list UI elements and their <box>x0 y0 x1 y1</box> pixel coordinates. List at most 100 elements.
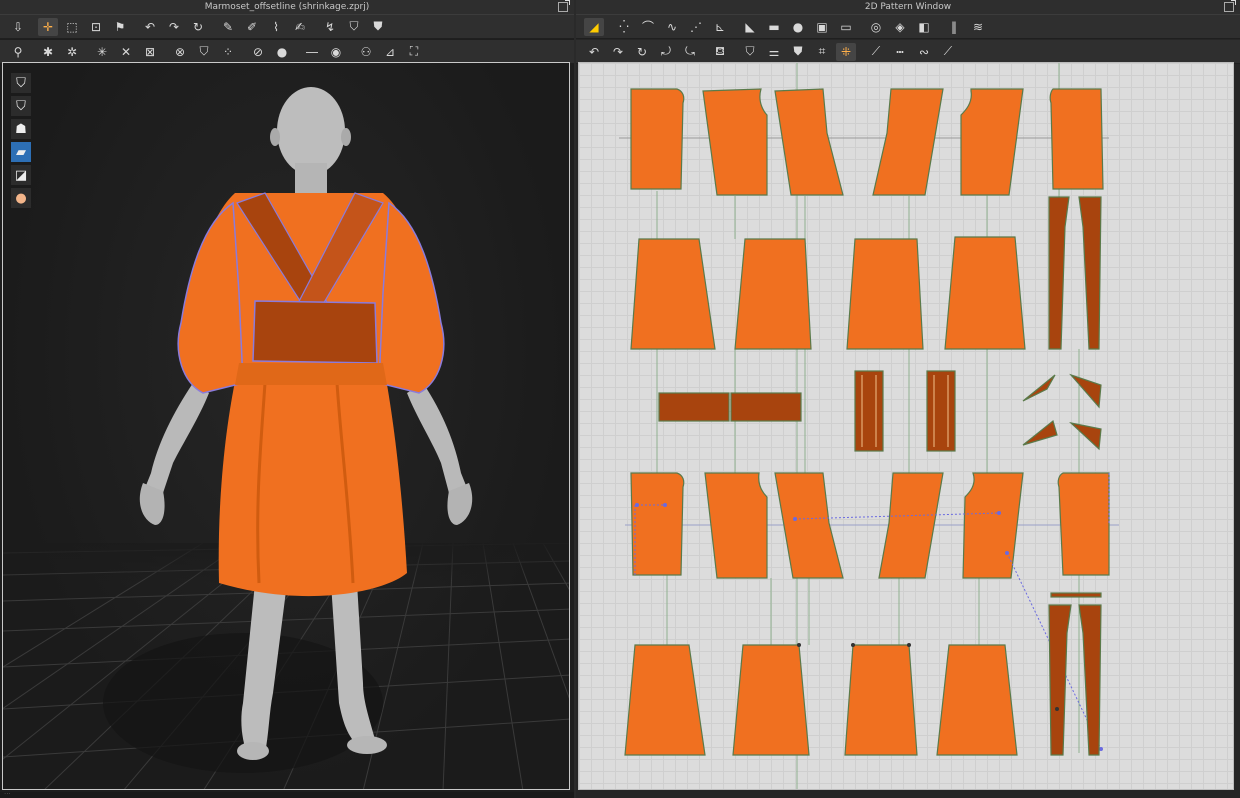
frame-icon[interactable]: ▭ <box>836 18 856 36</box>
avatar-show-icon[interactable]: ☗ <box>11 119 31 139</box>
simulate-icon[interactable]: ⚲ <box>8 43 28 61</box>
transform-plus-icon[interactable]: ✛ <box>38 17 58 36</box>
shirt-back-icon[interactable]: ⛉ <box>11 96 31 116</box>
pattern-piece <box>1050 592 1102 598</box>
elastic-icon[interactable]: ⟋ <box>938 43 958 61</box>
shirt-tool-icon[interactable]: ⛉ <box>740 43 760 61</box>
pattern-row-1 <box>630 88 1104 196</box>
notch-icon[interactable]: ◧ <box>914 18 934 36</box>
3d-viewport[interactable]: ⛉ ⛉ ☗ ▰ ◪ ● <box>2 62 570 790</box>
button-hole-icon[interactable]: ◉ <box>326 43 346 61</box>
rectangle-icon[interactable]: ▬ <box>764 18 784 36</box>
puff-icon[interactable]: ⊘ <box>248 43 268 61</box>
pattern-piece <box>630 88 685 190</box>
box-select-icon[interactable]: ⬚ <box>62 18 82 36</box>
image-icon[interactable]: ▣ <box>812 18 832 36</box>
fold-icon[interactable]: ⌇ <box>266 18 286 36</box>
segment-sewing-icon[interactable]: ↶ <box>584 43 604 61</box>
sewing-active-icon[interactable]: ⁜ <box>836 42 856 61</box>
pattern-piece <box>658 392 730 422</box>
curve-arrow-2-icon[interactable]: ↻ <box>188 18 208 36</box>
select-pattern-icon[interactable]: ◢ <box>584 17 604 36</box>
avatar-measure-icon[interactable]: ⚇ <box>356 43 376 61</box>
pattern-piece <box>734 238 812 350</box>
ellipse-icon[interactable]: ◎ <box>866 18 886 36</box>
fold-lock-icon[interactable]: ⛊ <box>368 18 388 36</box>
pen-icon[interactable]: ↯ <box>320 18 340 36</box>
select-point-icon[interactable]: ⁛ <box>614 18 634 36</box>
dart-icon[interactable]: ◈ <box>890 18 910 36</box>
strap-icon[interactable]: ✳ <box>92 43 112 61</box>
avatar-pattern-icon[interactable]: ⛊ <box>788 43 808 61</box>
circle-pattern-icon[interactable]: ● <box>788 18 808 36</box>
rotate-arrow-icon[interactable]: ↶ <box>140 18 160 36</box>
edit-curve-icon[interactable]: ∿ <box>662 18 682 36</box>
fabric-blue-icon[interactable]: ▰ <box>11 142 31 162</box>
fold-pattern-icon[interactable]: ≋ <box>968 18 988 36</box>
check-sewing-icon[interactable]: ↻ <box>632 43 652 61</box>
pin-garment-icon[interactable]: ✐ <box>242 18 262 36</box>
curve-point-icon[interactable]: ⌒ <box>638 18 658 36</box>
polygon-icon[interactable]: ◣ <box>740 18 760 36</box>
pattern-piece <box>624 644 706 756</box>
undock-icon[interactable] <box>558 0 570 12</box>
pattern-piece <box>730 392 802 422</box>
tuck-icon[interactable]: ⤾ <box>656 43 676 61</box>
texture-icon[interactable]: ◪ <box>11 165 31 185</box>
tack-icon[interactable]: ✲ <box>62 43 82 61</box>
fold-arrange-icon[interactable]: ✱ <box>38 43 58 61</box>
trace-icon[interactable]: ⛾ <box>710 43 730 61</box>
brush-icon[interactable]: ✍ <box>290 18 310 36</box>
pattern-row-2 <box>630 236 1026 350</box>
pattern-piece <box>846 238 924 350</box>
robe-left-sleeve <box>177 201 244 394</box>
fold-x-icon[interactable]: ✕ <box>116 43 136 61</box>
puckering-icon[interactable]: ⌗ <box>812 43 832 61</box>
3d-toolbar-row-2: ⚲ ✱ ✲ ✳ ✕ ⊠ ⊗ ⛉ ⁘ ⊘ ● ― ◉ ⚇ ⊿ ⛶ <box>0 40 574 64</box>
avatar-skin-icon[interactable]: ● <box>11 188 31 208</box>
pattern-piece <box>1078 196 1102 350</box>
free-sewing-icon[interactable]: ↷ <box>608 43 628 61</box>
robe-right-sleeve <box>378 201 445 394</box>
grading-icon[interactable]: ⚌ <box>764 43 784 61</box>
unfold-icon[interactable]: ⤿ <box>680 43 700 61</box>
2d-window-titlebar: 2D Pattern Window <box>576 0 1240 15</box>
zip-icon[interactable]: ⊠ <box>140 43 160 61</box>
iron-icon[interactable]: ⛶ <box>404 43 424 61</box>
2d-window-title: 2D Pattern Window <box>864 2 952 12</box>
shirt-tool-icon[interactable]: ⛉ <box>344 18 364 36</box>
pattern-piece <box>1022 374 1056 402</box>
status-bar: ... <box>0 788 574 798</box>
pattern-piece <box>936 644 1018 756</box>
dots-icon[interactable]: ⁘ <box>218 43 238 61</box>
curve-arrow-icon[interactable]: ↷ <box>164 18 184 36</box>
pattern-piece <box>1078 604 1102 756</box>
pattern-piece <box>630 238 716 350</box>
pattern-piece <box>854 370 884 452</box>
tape-icon[interactable]: ⊿ <box>380 43 400 61</box>
pleat-icon[interactable]: ‖ <box>944 18 964 36</box>
robe-obi-belt <box>252 300 378 364</box>
flag-icon[interactable]: ⚑ <box>110 18 130 36</box>
pattern-piece <box>1069 373 1102 409</box>
button-icon[interactable]: ⊗ <box>170 43 190 61</box>
pattern-piece <box>702 88 768 196</box>
pattern-piece <box>1069 421 1102 451</box>
internal-line-icon[interactable]: ⊾ <box>710 18 730 36</box>
topstitch-icon[interactable]: ┅ <box>890 43 910 61</box>
line-icon[interactable]: ― <box>302 43 322 61</box>
3d-window-title: Marmoset_offsetline (shrinkage.zprj) <box>204 2 370 12</box>
move-down-icon[interactable]: ⇩ <box>8 18 28 36</box>
pattern-canvas[interactable] <box>578 62 1234 790</box>
edit-points-icon[interactable]: ⊡ <box>86 18 106 36</box>
edit-topstitch-icon[interactable]: ∾ <box>914 43 934 61</box>
seam-allowance-icon[interactable]: ⟋ <box>866 43 886 61</box>
avatar-with-garment[interactable] <box>3 63 570 790</box>
circle-icon[interactable]: ● <box>272 43 292 61</box>
undock-icon[interactable] <box>1224 0 1236 12</box>
shirt-small-icon[interactable]: ⛉ <box>194 43 214 61</box>
2d-toolbar-row-2: ↶ ↷ ↻ ⤾ ⤿ ⛾ ⛉ ⚌ ⛊ ⌗ ⁜ ⟋ ┅ ∾ ⟋ <box>576 40 1240 64</box>
pin-icon[interactable]: ✎ <box>218 18 238 36</box>
add-point-icon[interactable]: ⋰ <box>686 18 706 36</box>
shirt-view-icon[interactable]: ⛉ <box>11 73 31 93</box>
